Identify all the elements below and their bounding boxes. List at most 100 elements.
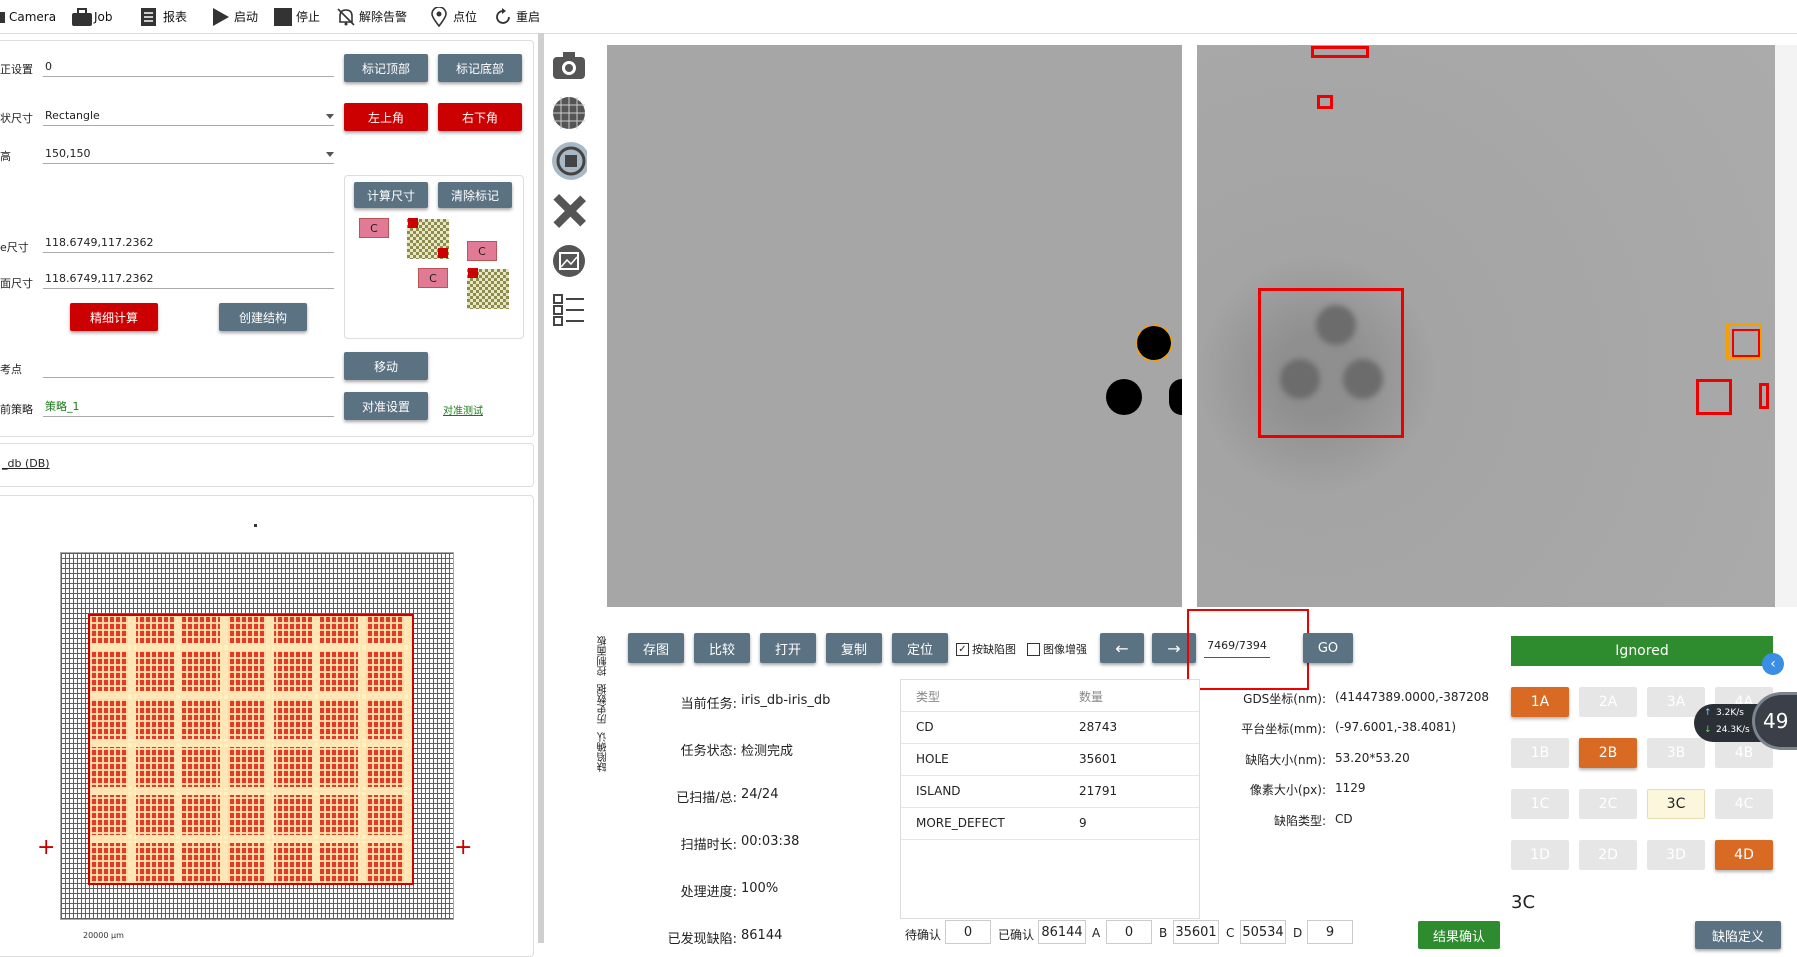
d-value: 9 — [1307, 920, 1353, 944]
save-image-button[interactable]: 存图 — [628, 633, 684, 663]
download-arrow-icon: ↓ — [1704, 725, 1712, 735]
defect-map-label: 按缺陷图 — [972, 643, 1016, 656]
current-task-label: 当前任务: — [680, 697, 737, 712]
db-name-link[interactable]: _db (DB) — [2, 457, 50, 470]
defect-box[interactable] — [1759, 383, 1769, 409]
grid-icon[interactable] — [551, 95, 587, 131]
defect-marker[interactable] — [1135, 324, 1173, 362]
position-input[interactable]: 7469/7394 — [1204, 639, 1270, 658]
clear-marks-button[interactable]: 清除标记 — [438, 182, 512, 208]
defect-box-selected[interactable] — [1258, 288, 1404, 438]
prev-button[interactable]: ← — [1100, 633, 1144, 663]
tools-icon[interactable] — [551, 193, 587, 229]
gds-label: GDS坐标(nm): — [1243, 692, 1326, 706]
table-row[interactable]: ISLAND 21791 — [901, 776, 1199, 808]
copy-button[interactable]: 复制 — [826, 633, 882, 663]
shape-select[interactable]: Rectangle — [43, 106, 334, 126]
compare-button[interactable]: 比较 — [694, 633, 750, 663]
c-label: C — [1226, 926, 1235, 940]
top-left-button[interactable]: 左上角 — [344, 103, 428, 131]
shape-label: 状尺寸 — [0, 112, 33, 125]
play-icon — [211, 7, 231, 27]
go-button[interactable]: GO — [1303, 633, 1353, 663]
wafer-icon[interactable] — [551, 142, 587, 180]
grade-2a[interactable]: 2A — [1579, 687, 1637, 717]
grade-3b[interactable]: 3B — [1647, 738, 1705, 768]
bell-off-icon — [336, 7, 356, 27]
die-size-label: e尺寸 — [0, 241, 29, 254]
move-button[interactable]: 移动 — [344, 352, 428, 380]
cell-count: 28743 — [1079, 720, 1118, 734]
defect-box[interactable] — [1311, 46, 1369, 58]
corner-marker — [468, 268, 478, 278]
enhance-checkbox[interactable]: 图像增强 — [1027, 641, 1087, 657]
a-label: A — [1092, 926, 1101, 940]
grade-2c[interactable]: 2C — [1579, 789, 1637, 819]
toolbar-stop[interactable]: 停止 — [273, 0, 320, 33]
align-test-link[interactable]: 对准测试 — [443, 402, 483, 417]
open-button[interactable]: 打开 — [760, 633, 816, 663]
bottom-right-button[interactable]: 右下角 — [438, 103, 522, 131]
grade-1c[interactable]: 1C — [1511, 789, 1569, 819]
mark-bottom-button[interactable]: 标记底部 — [438, 54, 522, 82]
inspection-image-view[interactable] — [1197, 45, 1775, 607]
grade-4d[interactable]: 4D — [1715, 840, 1773, 870]
ignored-button[interactable]: Ignored — [1511, 636, 1773, 666]
defect-map-checkbox[interactable]: ✓ 按缺陷图 — [956, 641, 1016, 657]
defect-box[interactable] — [1317, 95, 1333, 109]
defect-heatmap[interactable] — [88, 614, 414, 885]
confirmed-label: 已确认 — [998, 928, 1035, 942]
defect-box-highlight[interactable] — [1726, 323, 1762, 359]
die-size-value[interactable]: 118.6749,117.2362 — [43, 233, 334, 253]
splitter[interactable] — [538, 33, 544, 943]
defect-box[interactable] — [1696, 379, 1732, 415]
locate-button[interactable]: 定位 — [892, 633, 948, 663]
corner-marker — [438, 248, 448, 258]
pixel-size-label: 像素大小(px): — [1249, 783, 1326, 797]
calc-size-button[interactable]: 计算尺寸 — [354, 182, 428, 208]
grade-3d[interactable]: 3D — [1647, 840, 1705, 870]
table-row[interactable]: MORE_DEFECT 9 — [901, 808, 1199, 840]
toolbar-start[interactable]: 启动 — [211, 0, 258, 33]
toolbar-clear-alarm[interactable]: 解除告警 — [336, 0, 407, 33]
defect-define-button[interactable]: 缺陷定义 — [1695, 921, 1781, 949]
align-settings-button[interactable]: 对准设置 — [344, 392, 428, 420]
collapse-chevron-icon[interactable]: ‹ — [1762, 653, 1784, 675]
field-size-value[interactable]: 118.6749,117.2362 — [43, 269, 334, 289]
scrollbar[interactable] — [1775, 45, 1797, 607]
grade-3c[interactable]: 3C — [1647, 789, 1705, 819]
offset-input[interactable]: 0 — [43, 57, 334, 77]
toolbar-camera[interactable]: Camera — [0, 0, 56, 33]
checklist-icon[interactable] — [551, 291, 587, 327]
header-type: 类型 — [916, 690, 941, 704]
strategy-select[interactable]: 策略_1 — [43, 397, 334, 417]
offset-label: 正设置 — [0, 63, 33, 76]
toolbar-report-label: 报表 — [163, 10, 188, 24]
fine-calc-button[interactable]: 精细计算 — [70, 303, 158, 331]
wh-select[interactable]: 150,150 — [43, 144, 334, 164]
camera-icon[interactable] — [551, 47, 587, 83]
grade-1d[interactable]: 1D — [1511, 840, 1569, 870]
table-row[interactable]: CD 28743 — [901, 712, 1199, 744]
corner-marker — [408, 218, 418, 228]
grade-2b[interactable]: 2B — [1579, 738, 1637, 768]
table-row[interactable]: HOLE 35601 — [901, 744, 1199, 776]
toolbar-restart-label: 重启 — [516, 10, 541, 24]
grade-2d[interactable]: 2D — [1579, 840, 1637, 870]
toolbar-restart[interactable]: 重启 — [493, 0, 540, 33]
mark-top-button[interactable]: 标记顶部 — [344, 54, 428, 82]
image-frame-icon[interactable] — [551, 243, 587, 279]
tab-control[interactable]: 控制面板 — [596, 636, 612, 676]
grade-4c[interactable]: 4C — [1715, 789, 1773, 819]
toolbar-job[interactable]: Job — [71, 0, 113, 33]
ref-point-input[interactable] — [43, 358, 334, 378]
toolbar-report[interactable]: 报表 — [140, 0, 187, 33]
confirm-results-button[interactable]: 结果确认 — [1418, 921, 1500, 949]
toolbar-point[interactable]: 点位 — [430, 0, 477, 33]
defect-blob — [1316, 305, 1356, 345]
grade-1a[interactable]: 1A — [1511, 687, 1569, 717]
create-structure-button[interactable]: 创建结构 — [219, 303, 307, 331]
grade-1b[interactable]: 1B — [1511, 738, 1569, 768]
reference-image-view[interactable] — [607, 45, 1182, 607]
restart-icon — [493, 7, 513, 27]
